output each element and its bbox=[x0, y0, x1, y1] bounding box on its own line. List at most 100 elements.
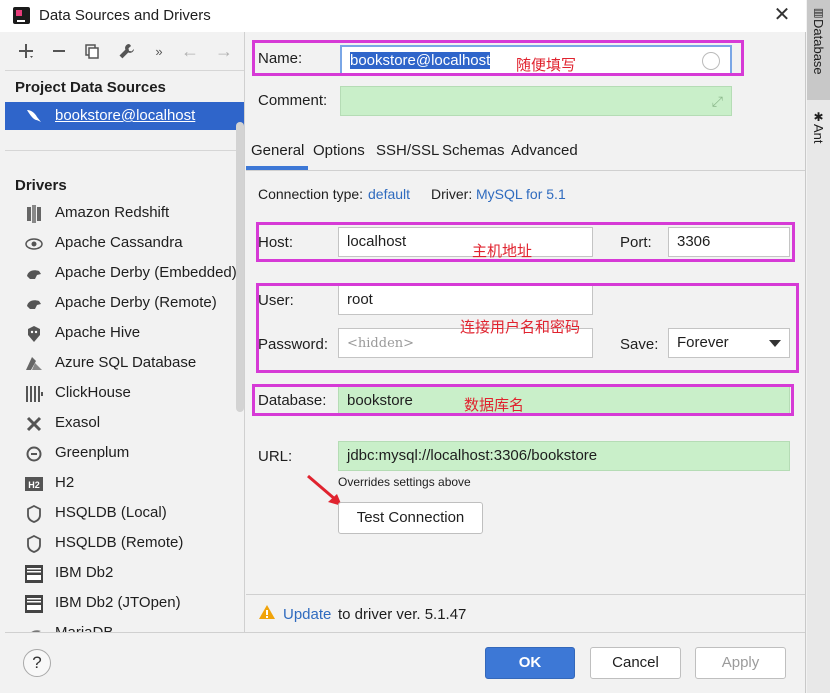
exasol-icon bbox=[25, 415, 43, 433]
driver-label: IBM Db2 bbox=[55, 564, 114, 581]
derby-icon bbox=[25, 265, 43, 283]
forward-arrow-icon[interactable]: → bbox=[213, 40, 235, 62]
more-icon[interactable]: » bbox=[148, 40, 170, 62]
database-tab-icon: ▤ bbox=[813, 7, 824, 19]
url-label: URL: bbox=[258, 448, 293, 465]
data-source-label: bookstore@localhost bbox=[55, 107, 196, 124]
name-highlight-box bbox=[252, 40, 744, 76]
expand-icon[interactable]: ⤢ bbox=[712, 93, 723, 110]
cassandra-icon bbox=[25, 235, 43, 253]
ant-icon: ✱ bbox=[813, 110, 824, 124]
drivers-scrollbar[interactable] bbox=[236, 122, 244, 412]
driver-item[interactable]: HSQLDB (Remote) bbox=[5, 529, 237, 559]
driver-label: Apache Derby (Embedded) bbox=[55, 264, 237, 281]
duplicate-icon[interactable] bbox=[81, 40, 103, 62]
data-source-item-bookstore[interactable]: bookstore@localhost bbox=[5, 102, 244, 130]
driver-label: H2 bbox=[55, 474, 75, 491]
right-panel: Name: bookstore@localhost 随便填写 Comment: … bbox=[246, 32, 805, 632]
data-sources-dialog: Data Sources and Drivers ✕ » ← → Project… bbox=[0, 0, 806, 693]
clickhouse-icon bbox=[25, 385, 43, 403]
tool-window-strip: ▤ Database ✱ Ant bbox=[807, 0, 830, 693]
remove-icon[interactable] bbox=[48, 40, 70, 62]
sources-divider bbox=[5, 150, 244, 151]
test-connection-button[interactable]: Test Connection bbox=[338, 502, 483, 534]
database-tool-tab[interactable]: ▤ Database bbox=[807, 0, 830, 100]
db2-icon bbox=[25, 565, 43, 583]
driver-label: Apache Derby (Remote) bbox=[55, 294, 217, 311]
tab-general[interactable]: General bbox=[251, 142, 304, 159]
driver-item[interactable]: IBM Db2 bbox=[5, 559, 237, 589]
left-toolbar: » ← → bbox=[5, 32, 244, 70]
derby-icon bbox=[25, 295, 43, 313]
tab-advanced[interactable]: Advanced bbox=[511, 142, 578, 159]
driver-item[interactable]: H2 H2 bbox=[5, 469, 237, 499]
driver-item[interactable]: Amazon Redshift bbox=[5, 199, 237, 229]
wrench-icon[interactable] bbox=[115, 40, 137, 62]
db2-icon bbox=[25, 595, 43, 613]
driver-label: ClickHouse bbox=[55, 384, 131, 401]
driver-item[interactable]: Greenplum bbox=[5, 439, 237, 469]
driver-label: HSQLDB (Remote) bbox=[55, 534, 184, 551]
update-text: to driver ver. 5.1.47 bbox=[338, 606, 467, 623]
database-highlight-box bbox=[252, 384, 794, 416]
azure-icon bbox=[25, 355, 43, 373]
driver-item[interactable]: MariaDB bbox=[5, 619, 237, 632]
window-title: Data Sources and Drivers bbox=[39, 7, 211, 24]
driver-link[interactable]: MySQL for 5.1 bbox=[476, 186, 566, 202]
h2-icon: H2 bbox=[25, 475, 43, 493]
tab-ssh-ssl[interactable]: SSH/SSL bbox=[376, 142, 439, 159]
driver-label: IBM Db2 (JTOpen) bbox=[55, 594, 181, 611]
greenplum-icon bbox=[25, 445, 43, 463]
driver-label: Apache Hive bbox=[55, 324, 141, 341]
hsqldb-icon bbox=[25, 505, 43, 523]
comment-input[interactable]: ⤢ bbox=[340, 86, 732, 116]
tabs-divider bbox=[246, 170, 805, 171]
close-icon[interactable]: ✕ bbox=[771, 4, 793, 26]
connection-type-label: Connection type: bbox=[258, 186, 364, 202]
driver-item[interactable]: ClickHouse bbox=[5, 379, 237, 409]
project-sources-title: Project Data Sources bbox=[15, 79, 166, 96]
driver-label: Greenplum bbox=[55, 444, 130, 461]
hive-icon bbox=[25, 325, 43, 343]
tab-options[interactable]: Options bbox=[313, 142, 365, 159]
add-icon[interactable] bbox=[15, 40, 37, 62]
ok-button[interactable]: OK bbox=[485, 647, 575, 679]
hsqldb-icon bbox=[25, 535, 43, 553]
help-button[interactable]: ? bbox=[23, 649, 51, 677]
driver-label: Apache Cassandra bbox=[55, 234, 183, 251]
database-tab-label: Database bbox=[811, 19, 826, 75]
driver-item[interactable]: Apache Hive bbox=[5, 319, 237, 349]
driver-item[interactable]: Exasol bbox=[5, 409, 237, 439]
back-arrow-icon[interactable]: ← bbox=[179, 40, 201, 62]
driver-label: Driver: bbox=[431, 186, 473, 202]
credentials-highlight-box bbox=[256, 283, 799, 373]
url-input[interactable]: jdbc:mysql://localhost:3306/bookstore bbox=[338, 441, 790, 471]
driver-item[interactable]: Apache Cassandra bbox=[5, 229, 237, 259]
driver-item[interactable]: Apache Derby (Remote) bbox=[5, 289, 237, 319]
ant-tool-tab[interactable]: ✱ Ant bbox=[807, 106, 830, 166]
driver-item[interactable]: Apache Derby (Embedded) bbox=[5, 259, 237, 289]
tab-schemas[interactable]: Schemas bbox=[442, 142, 505, 159]
mariadb-icon bbox=[25, 625, 43, 632]
warning-icon bbox=[258, 604, 278, 622]
driver-label: Amazon Redshift bbox=[55, 204, 170, 221]
toolbar-divider bbox=[5, 70, 244, 71]
ant-tab-label: Ant bbox=[811, 124, 826, 144]
cancel-button[interactable]: Cancel bbox=[590, 647, 681, 679]
left-panel: » ← → Project Data Sources bookstore@loc… bbox=[5, 32, 245, 632]
comment-label: Comment: bbox=[258, 92, 328, 109]
driver-item[interactable]: Azure SQL Database bbox=[5, 349, 237, 379]
connection-type-link[interactable]: default bbox=[368, 186, 410, 202]
mysql-dolphin-icon bbox=[27, 110, 41, 122]
url-hint: Overrides settings above bbox=[338, 475, 471, 489]
title-bar: Data Sources and Drivers ✕ bbox=[0, 0, 806, 32]
driver-label: MariaDB bbox=[55, 624, 113, 632]
redshift-icon bbox=[25, 205, 43, 223]
driver-label: Exasol bbox=[55, 414, 101, 431]
driver-item[interactable]: HSQLDB (Local) bbox=[5, 499, 237, 529]
driver-label: HSQLDB (Local) bbox=[55, 504, 167, 521]
svg-text:H2: H2 bbox=[28, 480, 40, 490]
apply-button[interactable]: Apply bbox=[695, 647, 786, 679]
driver-item[interactable]: IBM Db2 (JTOpen) bbox=[5, 589, 237, 619]
update-link[interactable]: Update bbox=[283, 606, 331, 623]
